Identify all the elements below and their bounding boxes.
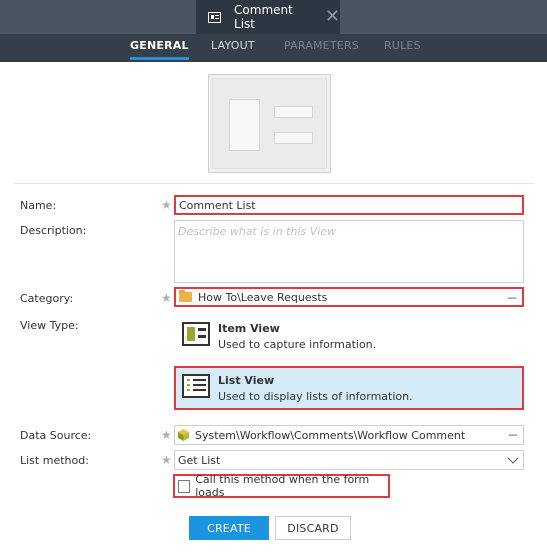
tab-parameters[interactable]: PARAMETERS — [284, 34, 359, 62]
required-star-icon: ★ — [161, 428, 172, 442]
category-value: How To\Leave Requests — [198, 290, 328, 304]
required-star-icon: ★ — [161, 291, 172, 305]
thumbnail-bar — [274, 132, 313, 144]
item-view-title: Item View — [218, 322, 280, 335]
document-tab[interactable]: Comment List ✕ — [196, 0, 340, 34]
data-source-value: System\Workflow\Comments\Workflow Commen… — [195, 428, 466, 442]
description-label: Description: — [20, 224, 87, 237]
list-method-label: List method: — [20, 454, 89, 467]
create-button[interactable]: CREATE — [189, 516, 269, 540]
category-browse-button[interactable]: --- — [507, 291, 517, 304]
nav-bar: GENERAL LAYOUT PARAMETERS RULES — [0, 34, 547, 62]
tab-general[interactable]: GENERAL — [130, 34, 189, 62]
category-picker[interactable]: How To\Leave Requests --- — [174, 287, 524, 307]
thumbnail-panel — [229, 99, 260, 151]
smartobject-cube-icon — [178, 429, 189, 441]
view-type-item-option[interactable]: Item View Used to capture information. — [174, 314, 524, 358]
tab-layout[interactable]: LAYOUT — [211, 34, 255, 62]
category-label: Category: — [20, 292, 74, 305]
view-icon — [208, 11, 222, 23]
list-method-value: Get List — [178, 453, 221, 467]
name-value: Comment List — [179, 198, 256, 212]
view-type-label: View Type: — [20, 319, 79, 332]
required-star-icon: ★ — [161, 453, 172, 467]
title-bar: Comment List ✕ — [0, 0, 547, 34]
name-input[interactable]: Comment List — [174, 195, 524, 215]
list-method-select[interactable]: Get List — [174, 450, 524, 470]
list-view-title: List View — [218, 374, 275, 387]
discard-button[interactable]: DISCARD — [275, 516, 351, 540]
data-source-picker[interactable]: System\Workflow\Comments\Workflow Commen… — [174, 425, 524, 445]
folder-icon — [179, 290, 192, 302]
thumbnail-bar — [274, 106, 313, 118]
list-view-desc: Used to display lists of information. — [218, 390, 413, 403]
item-view-desc: Used to capture information. — [218, 338, 377, 351]
item-view-icon — [182, 322, 210, 346]
call-on-load-checkbox[interactable] — [178, 479, 191, 493]
tab-title: Comment List — [234, 3, 293, 31]
name-label: Name: — [20, 199, 57, 212]
data-source-browse-button[interactable]: --- — [508, 428, 518, 441]
required-star-icon: ★ — [161, 198, 172, 212]
description-placeholder: Describe what is in this View — [178, 225, 337, 238]
divider — [14, 183, 534, 184]
view-thumbnail[interactable] — [208, 74, 331, 173]
call-on-load-option[interactable]: Call this method when the form loads — [173, 473, 390, 499]
call-on-load-label: Call this method when the form loads — [195, 473, 370, 499]
data-source-label: Data Source: — [20, 429, 92, 442]
thumbnail-image — [212, 78, 327, 169]
chevron-down-icon — [507, 452, 519, 464]
close-icon[interactable]: ✕ — [325, 8, 340, 26]
list-view-icon — [182, 374, 210, 398]
tab-rules[interactable]: RULES — [384, 34, 421, 62]
view-type-list-option[interactable]: List View Used to display lists of infor… — [174, 366, 524, 410]
description-textarea[interactable]: Describe what is in this View — [174, 220, 524, 283]
